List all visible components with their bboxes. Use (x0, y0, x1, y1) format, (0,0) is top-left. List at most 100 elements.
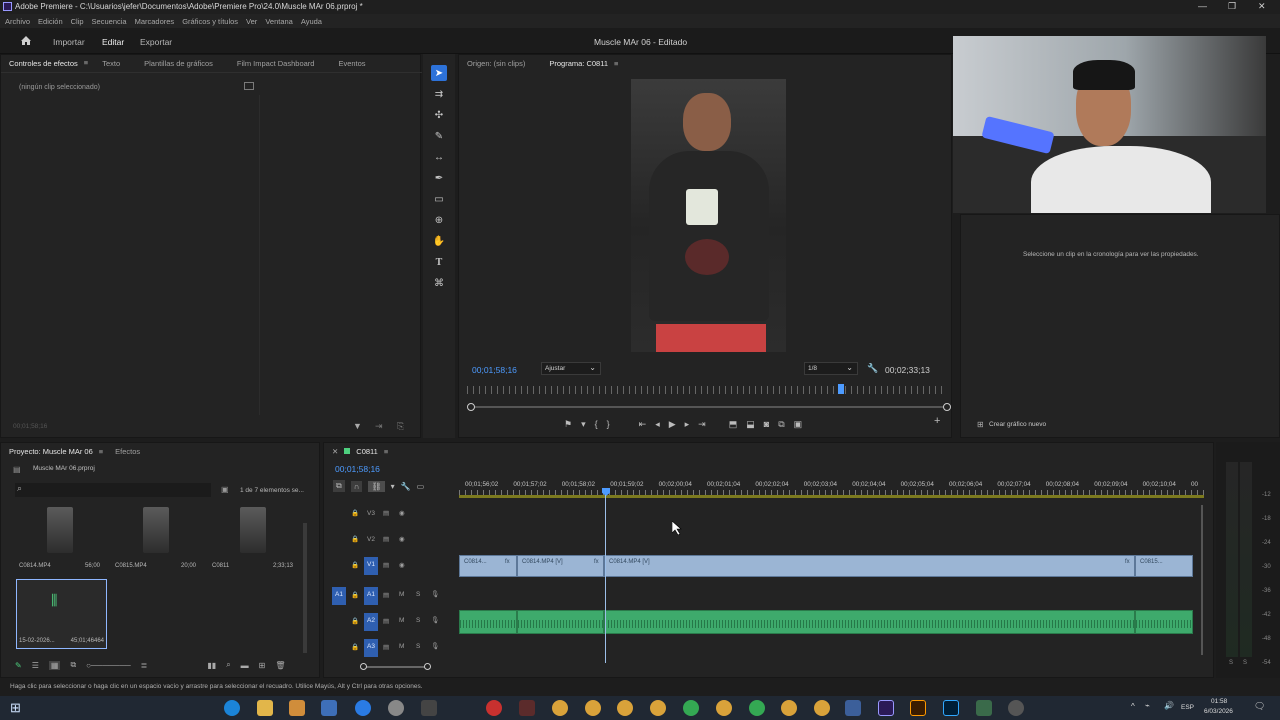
chrome-icon[interactable] (585, 700, 601, 716)
tab-editar[interactable]: Editar (102, 37, 124, 47)
new-bin-icon[interactable]: ▬ (241, 661, 249, 670)
reset-icon[interactable]: ⎘ (397, 421, 404, 432)
tab-plantillas[interactable]: Plantillas de gráficos (144, 59, 213, 68)
lift-icon[interactable]: ⬒ (729, 419, 738, 430)
menu-edicion[interactable]: Edición (38, 17, 63, 26)
sync-icon[interactable]: ▤ (383, 591, 389, 599)
zoom-scrollbar[interactable] (469, 406, 947, 408)
play-icon[interactable]: ▶ (669, 419, 676, 430)
menu-marcadores[interactable]: Marcadores (135, 17, 175, 26)
tab-texto[interactable]: Texto (102, 59, 120, 68)
davinci-icon[interactable] (519, 700, 535, 716)
zoom-handle-right[interactable] (424, 663, 431, 670)
menu-clip[interactable]: Clip (71, 17, 84, 26)
file-explorer-icon[interactable] (257, 700, 273, 716)
track-label-a3[interactable]: A3 (364, 639, 378, 657)
track-label-a2[interactable]: A2 (364, 613, 378, 631)
icon-view-icon[interactable]: ▦ (48, 660, 61, 670)
menu-secuencia[interactable]: Secuencia (92, 17, 127, 26)
track-label-v2[interactable]: V2 (367, 536, 375, 543)
photoshop-icon[interactable] (943, 700, 959, 716)
linked-selection-icon[interactable]: ⛓ (368, 480, 385, 492)
illustrator-icon[interactable] (910, 700, 926, 716)
audio-clip-b[interactable] (517, 610, 604, 634)
step-forward-icon[interactable]: ▸ (685, 419, 690, 430)
tab-source[interactable]: Origen: (sin clips) (467, 59, 525, 68)
track-label-v3[interactable]: V3 (367, 510, 375, 517)
program-current-time[interactable]: 00;01;58;16 (472, 365, 517, 375)
mic-icon[interactable]: 🎙 (431, 590, 439, 598)
menu-ver[interactable]: Ver (246, 17, 257, 26)
bin-item-audio[interactable]: ⫼ 15-02-2026... 45;01;46464 (16, 579, 107, 649)
source-patch-a1[interactable]: A1 (332, 587, 346, 605)
remix-icon[interactable]: ⌘ (431, 275, 447, 291)
settings-wrench-icon[interactable]: 🔧 (401, 482, 411, 491)
selection-tool-icon[interactable]: ➤ (431, 65, 447, 81)
find-icon[interactable]: ⌕ (226, 660, 230, 670)
chrome-icon[interactable] (617, 700, 633, 716)
clip-c0815[interactable]: C0815... (1135, 555, 1193, 577)
clock-time[interactable]: 01:58 (1211, 698, 1227, 705)
ripple-edit-icon[interactable]: ✣ (431, 107, 447, 123)
program-menu-icon[interactable]: ≡ (614, 59, 618, 68)
captions-icon[interactable]: ▭ (417, 482, 425, 491)
lock-icon[interactable]: 🔒 (351, 643, 359, 651)
tab-importar[interactable]: Importar (53, 37, 85, 47)
green-app-icon[interactable] (749, 700, 765, 716)
chrome-icon[interactable] (650, 700, 666, 716)
sync-icon[interactable]: ▤ (383, 561, 389, 569)
mute-icon[interactable]: M (399, 591, 404, 598)
add-marker-icon[interactable]: ▾ (581, 419, 586, 430)
lock-icon[interactable]: 🔒 (351, 509, 359, 517)
solo-icon[interactable]: S (416, 617, 420, 624)
clip-c0814-c[interactable]: C0814.MP4 [V] fx (604, 555, 1135, 577)
camera-icon[interactable]: ◙ (764, 419, 769, 429)
tab-eventos[interactable]: Eventos (338, 59, 365, 68)
compare-icon[interactable]: ⧉ (778, 419, 784, 430)
bin-icon[interactable]: ▣ (221, 485, 229, 494)
lock-icon[interactable]: 🔒 (351, 535, 359, 543)
menu-ventana[interactable]: Ventana (265, 17, 293, 26)
video-frame[interactable] (631, 79, 786, 352)
freeform-view-icon[interactable]: ⧉ (70, 660, 76, 670)
project-scrollbar[interactable] (303, 523, 307, 653)
sequence-menu-icon[interactable]: ≡ (384, 447, 388, 456)
extract-icon[interactable]: ⬓ (746, 419, 755, 430)
eye-icon[interactable]: ◉ (399, 535, 405, 543)
monitor-playhead[interactable] (838, 384, 845, 394)
tab-program[interactable]: Programa: C0811 (549, 59, 608, 68)
eye-icon[interactable]: ◉ (399, 509, 405, 517)
red-app-icon[interactable] (486, 700, 502, 716)
tab-exportar[interactable]: Exportar (140, 37, 172, 47)
clock-date[interactable]: 6/03/2026 (1204, 708, 1233, 715)
lock-icon[interactable]: 🔒 (351, 617, 359, 625)
tab-sequence[interactable]: C0811 (356, 447, 378, 456)
monitor-app-icon[interactable] (845, 700, 861, 716)
network-icon[interactable]: ⌁ (1145, 701, 1150, 710)
project-menu-icon[interactable]: ≡ (99, 447, 103, 456)
marker-icon[interactable]: ⚑ (564, 419, 572, 430)
premiere-icon[interactable] (878, 700, 894, 716)
bin-item-c0814[interactable]: C0814.MP4 56;00 (17, 507, 102, 577)
media-app-icon[interactable] (976, 700, 992, 716)
volume-icon[interactable]: 🔊 (1164, 701, 1174, 710)
solo-right[interactable]: S (1243, 660, 1247, 666)
solo-icon[interactable]: S (416, 643, 420, 650)
track-label-a1[interactable]: A1 (364, 587, 378, 605)
tab-efectos[interactable]: Efectos (115, 447, 140, 456)
new-item-icon[interactable]: ⊞ (259, 661, 266, 670)
zoom-slider-icon[interactable]: ○─────── (86, 661, 131, 670)
export-icon[interactable]: ⇥ (375, 421, 383, 432)
audio-clip-a[interactable] (459, 610, 517, 634)
chrome-icon[interactable] (552, 700, 568, 716)
filter-icon[interactable]: ▼ (353, 421, 362, 431)
pencil-icon[interactable]: ✎ (15, 661, 22, 670)
scroll-handle-right[interactable] (943, 403, 951, 411)
scroll-handle-left[interactable] (467, 403, 475, 411)
green-app-icon[interactable] (683, 700, 699, 716)
store-icon[interactable] (289, 700, 305, 716)
add-button-icon[interactable]: + (934, 415, 940, 427)
bin-item-c0811[interactable]: C0811 2;33;13 (210, 507, 295, 577)
audio-clip-c[interactable] (604, 610, 1135, 634)
sync-icon[interactable]: ▤ (383, 617, 389, 625)
